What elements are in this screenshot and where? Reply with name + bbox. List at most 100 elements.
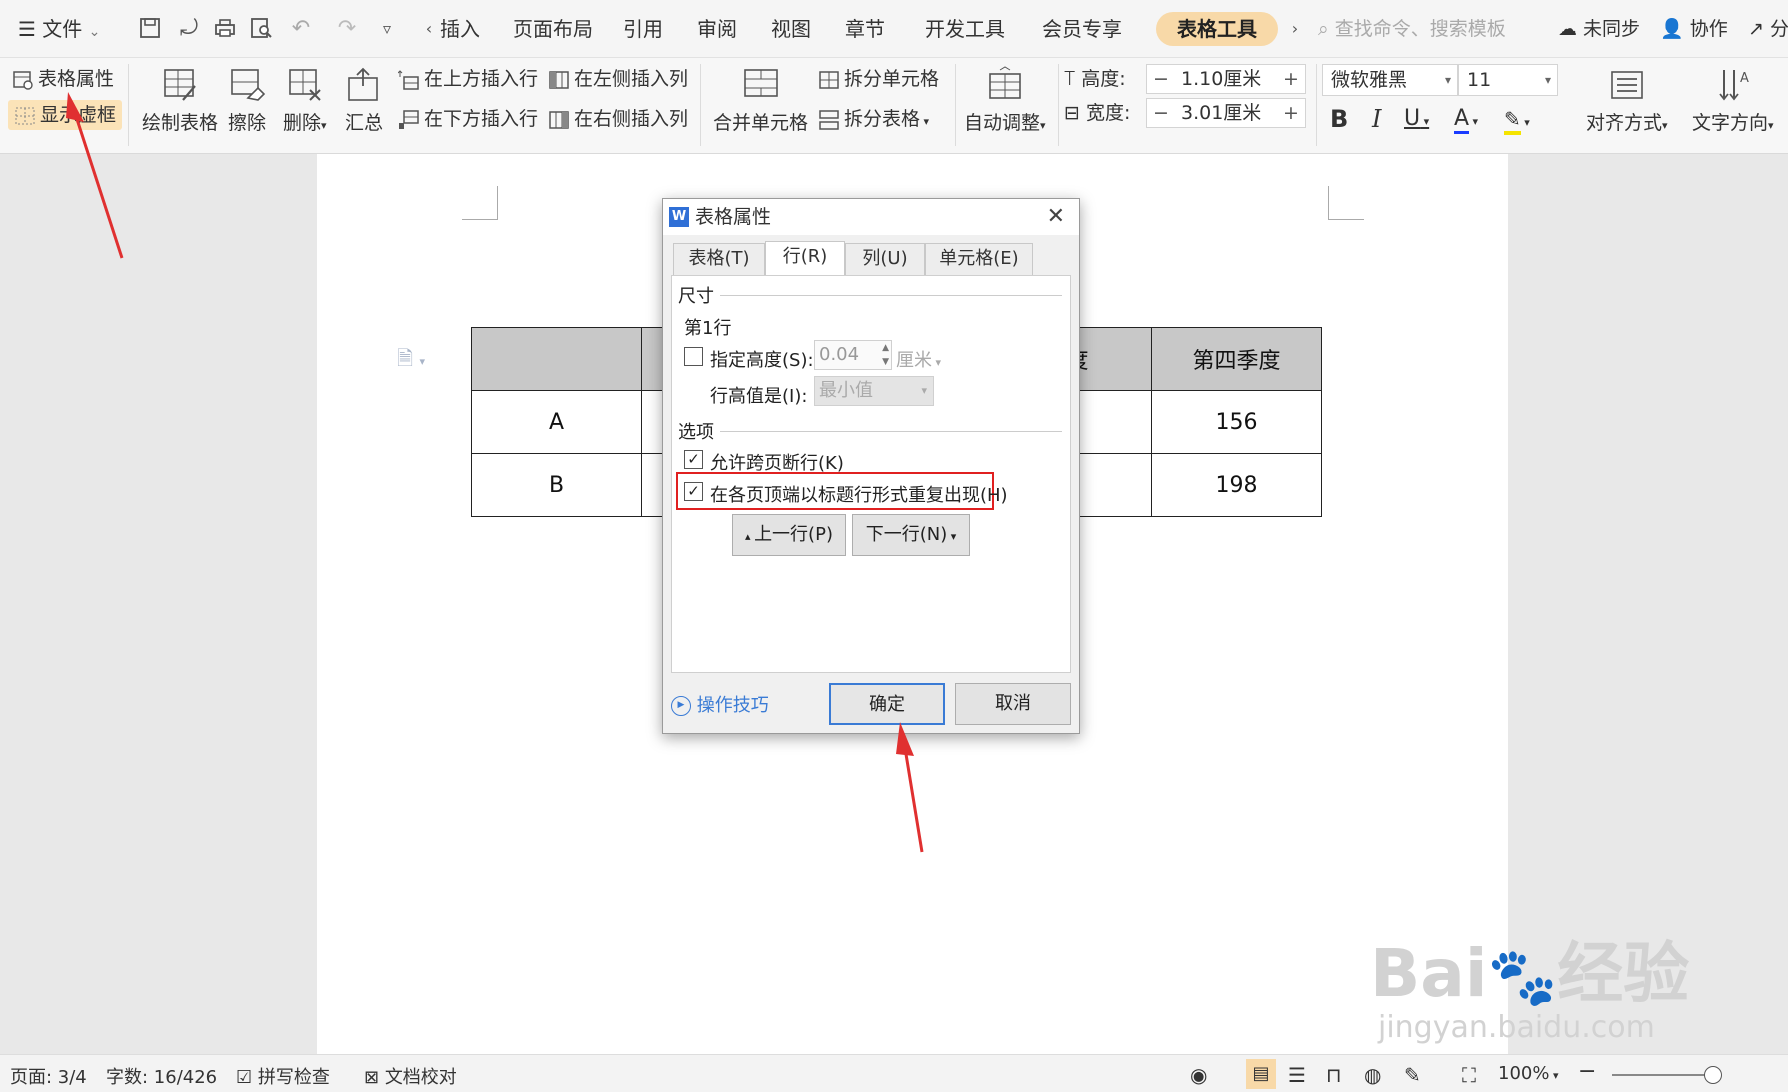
previous-row-button[interactable]: ▴ 上一行(P) [732,514,846,556]
auto-fit-dropdown[interactable]: 自动调整▾ [964,66,1046,135]
proofread-button[interactable]: ⊠ 文档校对 [364,1063,457,1089]
tab-review[interactable]: 审阅 [697,14,737,44]
highlight-button[interactable]: ✎ ▾ [1504,104,1530,135]
specify-height-checkbox[interactable] [684,347,703,366]
insert-col-right-button[interactable]: 在右侧插入列 [548,104,688,134]
page-indicator[interactable]: 页面: 3/4 [10,1063,87,1089]
scroll-left-icon[interactable]: ‹ [416,16,442,42]
draw-table-button[interactable]: 绘制表格 [142,66,218,135]
spell-check-button[interactable]: ☑ 拼写检查 [236,1063,330,1089]
tab-view[interactable]: 视图 [771,14,811,44]
undo-icon[interactable]: ↶ [288,16,314,42]
split-table-dropdown[interactable]: 拆分表格 ▾ [818,104,929,134]
insert-row-below-button[interactable]: 在下方插入行 [398,104,538,134]
underline-button[interactable]: U ▾ [1404,104,1429,134]
web-view-icon[interactable]: ◍ [1364,1063,1381,1087]
row-height-spinner[interactable]: − 1.10厘米 + [1146,64,1306,94]
align-dropdown[interactable]: 对齐方式▾ [1586,66,1668,135]
merge-cells-button[interactable]: 合并单元格 [713,66,808,135]
table-cell[interactable]: 第四季度 [1151,327,1322,391]
table-cell[interactable]: B [471,453,642,517]
word-count[interactable]: 字数: 16/426 [106,1063,217,1089]
share-button[interactable]: ↗ 分 [1748,14,1788,44]
tab-table-tools[interactable]: 表格工具 [1156,12,1278,46]
table-cell[interactable] [471,327,642,391]
tab-insert[interactable]: 插入 [440,14,480,44]
table-cell[interactable]: A [471,390,642,454]
outline-view-icon[interactable]: ☰ [1288,1063,1306,1087]
tab-chapter[interactable]: 章节 [845,14,885,44]
zoom-slider-handle[interactable] [1704,1066,1722,1084]
scroll-right-icon[interactable]: › [1282,16,1308,42]
ok-button[interactable]: 确定 [829,683,945,725]
show-gridlines-button[interactable]: 显示虚框 [8,100,123,130]
insert-col-left-button[interactable]: 在左侧插入列 [548,64,688,94]
spell-check-icon: ☑ [236,1067,258,1088]
specify-height-label: 指定高度(S): [710,350,814,371]
zoom-slider-track[interactable] [1612,1074,1714,1076]
tab-references[interactable]: 引用 [623,14,663,44]
allow-break-checkbox[interactable]: ✓ [684,450,703,469]
page-view-icon[interactable]: ▤ [1246,1059,1276,1089]
ribbon-separator [700,64,701,146]
tab-table[interactable]: 表格(T) [673,243,765,275]
row-height-mode-select[interactable]: 最小值 ▾ [814,376,934,406]
tips-link[interactable]: ▶ 操作技巧 [671,691,769,717]
summary-button[interactable]: 汇总 [345,66,383,135]
next-row-button[interactable]: 下一行(N) ▾ [852,514,970,556]
italic-button[interactable]: I [1372,104,1381,134]
increase-height-button[interactable]: + [1277,65,1305,93]
row-height-input[interactable]: 0.04 ▲ ▼ [814,340,892,370]
collaborate-button[interactable]: 👤 协作 [1660,14,1728,44]
erase-button[interactable]: 擦除 [228,66,266,135]
table-cell[interactable]: 156 [1151,390,1322,454]
tab-cell[interactable]: 单元格(E) [925,243,1033,275]
bold-button[interactable]: B [1330,104,1348,134]
table-properties-label: 表格属性 [38,68,115,90]
cancel-button[interactable]: 取消 [955,683,1071,725]
tab-page-layout[interactable]: 页面布局 [513,14,593,44]
print-preview-icon[interactable] [248,16,274,42]
col-width-spinner[interactable]: − 3.01厘米 + [1146,98,1306,128]
command-search[interactable]: ⌕ 查找命令、搜索模板 [1318,14,1506,44]
font-size-select[interactable]: 11 ▾ [1458,64,1558,96]
delete-dropdown[interactable]: 删除▾ [283,66,327,135]
tab-member[interactable]: 会员专享 [1042,14,1122,44]
sync-status[interactable]: ☁ 未同步 [1558,14,1640,44]
reading-view-icon[interactable]: ⊓ [1326,1063,1342,1087]
decrease-width-button[interactable]: − [1147,99,1175,127]
font-name-select[interactable]: 微软雅黑 ▾ [1322,64,1458,96]
print-icon[interactable] [212,16,238,42]
file-menu[interactable]: ☰ 文件 ⌄ [18,14,100,44]
paragraph-options-icon[interactable]: 🗎 ▾ [397,344,425,378]
chevron-down-icon: ▾ [1444,73,1451,87]
export-pdf-icon[interactable]: ⤾ [176,16,202,42]
spinner-arrows-icon[interactable]: ▲ ▼ [882,341,889,369]
tab-developer[interactable]: 开发工具 [925,14,1005,44]
insert-row-above-icon [398,69,419,90]
fit-page-icon[interactable]: ⛶ [1462,1063,1476,1087]
writing-mode-icon[interactable]: ✎ [1404,1063,1421,1087]
insert-row-above-button[interactable]: 在上方插入行 [398,64,538,94]
tab-row[interactable]: 行(R) [765,241,845,275]
decrease-height-button[interactable]: − [1147,65,1175,93]
wps-writer-icon: W [669,207,689,227]
text-direction-dropdown[interactable]: A 文字方向▾ [1692,66,1774,135]
split-cells-button[interactable]: 拆分单元格 [818,64,939,94]
split-cells-icon [819,70,839,89]
close-icon[interactable]: ✕ [1047,199,1065,235]
table-cell[interactable]: 198 [1151,453,1322,517]
tab-column[interactable]: 列(U) [845,243,925,275]
eraser-icon [231,69,266,101]
zoom-out-icon[interactable]: − [1578,1059,1596,1084]
col-width-label: 宽度: [1085,102,1131,124]
save-icon[interactable] [137,16,163,42]
table-properties-button[interactable]: 表格属性 [12,64,114,94]
repeat-header-checkbox[interactable]: ✓ [684,482,703,501]
redo-icon[interactable]: ↷ [334,16,360,42]
eye-protection-icon[interactable]: ◉ [1190,1063,1207,1087]
increase-width-button[interactable]: + [1277,99,1305,127]
customize-quick-access-icon[interactable]: ▿ [374,16,400,42]
zoom-level[interactable]: 100% ▾ [1498,1063,1559,1084]
font-color-button[interactable]: A ▾ [1454,104,1478,134]
